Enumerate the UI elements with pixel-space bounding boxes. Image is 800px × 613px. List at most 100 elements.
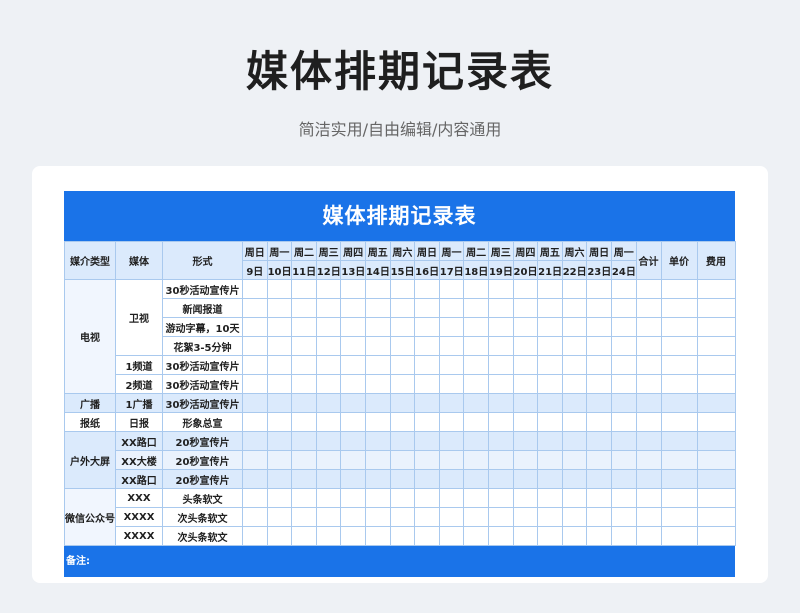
schedule-cell[interactable] [463,507,489,527]
schedule-cell[interactable] [586,507,612,527]
schedule-cell[interactable] [438,355,465,375]
schedule-cell[interactable] [696,488,736,508]
schedule-cell[interactable] [291,298,317,318]
schedule-cell[interactable] [315,469,342,489]
schedule-cell[interactable] [586,336,612,356]
schedule-cell[interactable] [315,431,342,451]
schedule-cell[interactable] [487,412,514,432]
schedule-cell[interactable] [364,317,391,337]
schedule-cell[interactable] [512,431,539,451]
schedule-cell[interactable] [291,336,317,356]
schedule-cell[interactable] [389,431,416,451]
schedule-cell[interactable] [438,526,465,546]
schedule-cell[interactable] [463,488,489,508]
schedule-cell[interactable] [438,450,465,470]
schedule-cell[interactable] [364,355,391,375]
schedule-cell[interactable] [487,450,514,470]
schedule-cell[interactable] [561,279,588,299]
schedule-cell[interactable] [610,279,637,299]
schedule-cell[interactable] [291,431,317,451]
schedule-cell[interactable] [315,393,342,413]
schedule-cell[interactable] [660,393,698,413]
schedule-cell[interactable] [512,488,539,508]
schedule-cell[interactable] [610,298,637,318]
schedule-cell[interactable] [291,393,317,413]
schedule-cell[interactable] [561,526,588,546]
schedule-cell[interactable] [586,298,612,318]
schedule-cell[interactable] [389,336,416,356]
schedule-cell[interactable] [537,526,563,546]
schedule-cell[interactable] [389,450,416,470]
schedule-cell[interactable] [315,374,342,394]
schedule-cell[interactable] [512,507,539,527]
schedule-cell[interactable] [438,507,465,527]
schedule-cell[interactable] [696,355,736,375]
schedule-cell[interactable] [610,374,637,394]
schedule-cell[interactable] [635,279,662,299]
schedule-cell[interactable] [512,336,539,356]
schedule-cell[interactable] [635,431,662,451]
schedule-cell[interactable] [414,526,440,546]
schedule-cell[interactable] [389,317,416,337]
schedule-cell[interactable] [487,526,514,546]
schedule-cell[interactable] [635,526,662,546]
schedule-cell[interactable] [487,298,514,318]
schedule-cell[interactable] [696,336,736,356]
schedule-cell[interactable] [364,412,391,432]
schedule-cell[interactable] [487,355,514,375]
schedule-cell[interactable] [610,507,637,527]
schedule-cell[interactable] [340,336,366,356]
schedule-cell[interactable] [242,507,268,527]
schedule-cell[interactable] [414,336,440,356]
schedule-cell[interactable] [414,469,440,489]
schedule-cell[interactable] [512,317,539,337]
schedule-cell[interactable] [660,317,698,337]
schedule-cell[interactable] [696,279,736,299]
schedule-cell[interactable] [561,298,588,318]
schedule-cell[interactable] [340,412,366,432]
schedule-cell[interactable] [266,450,293,470]
schedule-cell[interactable] [389,355,416,375]
schedule-cell[interactable] [512,412,539,432]
schedule-cell[interactable] [561,393,588,413]
schedule-cell[interactable] [660,488,698,508]
schedule-cell[interactable] [340,469,366,489]
schedule-cell[interactable] [291,488,317,508]
schedule-cell[interactable] [438,393,465,413]
schedule-cell[interactable] [242,393,268,413]
schedule-cell[interactable] [389,469,416,489]
schedule-cell[interactable] [463,374,489,394]
schedule-cell[interactable] [537,393,563,413]
schedule-cell[interactable] [696,412,736,432]
schedule-cell[interactable] [660,355,698,375]
schedule-cell[interactable] [696,469,736,489]
schedule-cell[interactable] [291,507,317,527]
schedule-cell[interactable] [487,374,514,394]
schedule-cell[interactable] [389,393,416,413]
schedule-cell[interactable] [537,279,563,299]
schedule-cell[interactable] [512,469,539,489]
schedule-cell[interactable] [414,450,440,470]
schedule-cell[interactable] [340,526,366,546]
schedule-cell[interactable] [487,279,514,299]
schedule-cell[interactable] [438,374,465,394]
schedule-cell[interactable] [463,298,489,318]
schedule-cell[interactable] [389,298,416,318]
schedule-cell[interactable] [315,488,342,508]
schedule-cell[interactable] [414,374,440,394]
schedule-cell[interactable] [487,431,514,451]
schedule-cell[interactable] [660,450,698,470]
schedule-cell[interactable] [340,431,366,451]
schedule-cell[interactable] [438,488,465,508]
schedule-cell[interactable] [364,336,391,356]
schedule-cell[interactable] [487,507,514,527]
schedule-cell[interactable] [586,317,612,337]
schedule-cell[interactable] [537,431,563,451]
schedule-cell[interactable] [463,450,489,470]
schedule-cell[interactable] [696,450,736,470]
schedule-cell[interactable] [463,526,489,546]
schedule-cell[interactable] [537,355,563,375]
schedule-cell[interactable] [438,469,465,489]
schedule-cell[interactable] [364,393,391,413]
schedule-cell[interactable] [242,355,268,375]
